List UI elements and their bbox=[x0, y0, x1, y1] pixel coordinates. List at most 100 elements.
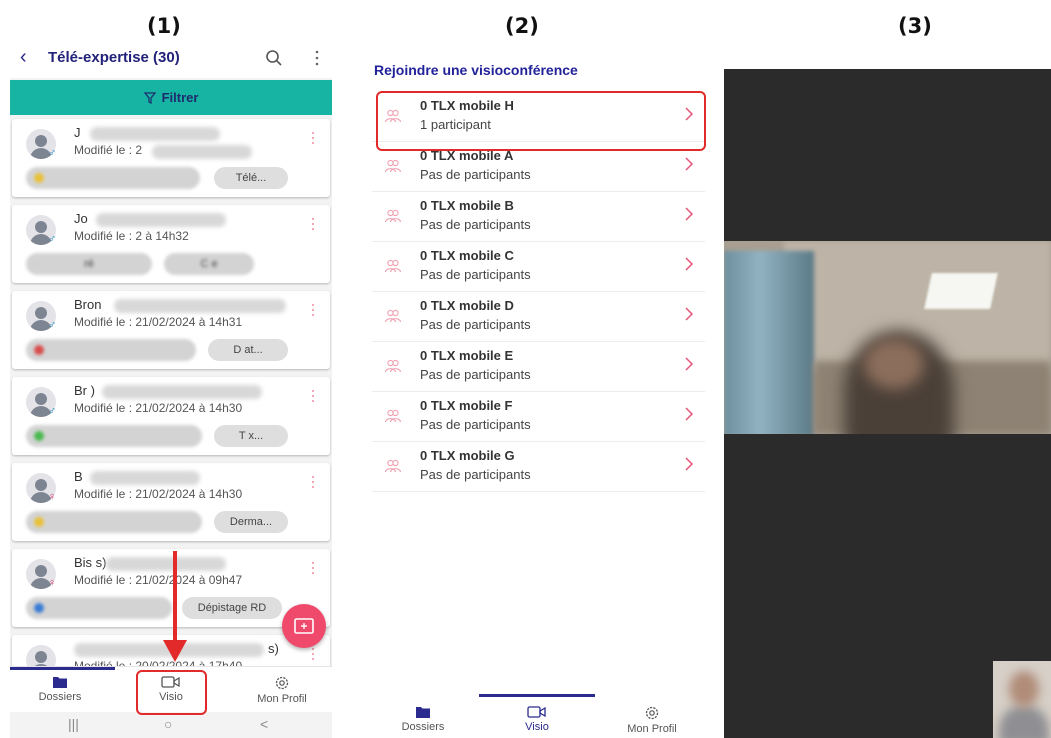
status-tag: Télé... bbox=[214, 167, 288, 189]
room-participants: Pas de participants bbox=[420, 217, 531, 232]
case-card[interactable]: ♂ Jo Modifié le : 2 à 14h32 ré C e bbox=[12, 205, 330, 283]
back-arrow-icon[interactable]: ‹ bbox=[20, 46, 27, 69]
bottom-navigation: Dossiers Visio Mon Profil bbox=[371, 687, 706, 738]
redaction-blur bbox=[114, 299, 286, 313]
nav-label: Dossiers bbox=[38, 691, 82, 703]
male-icon: ♂ bbox=[48, 405, 57, 417]
chevron-right-icon bbox=[685, 457, 694, 471]
group-icon bbox=[384, 159, 402, 173]
status-tag: C e bbox=[164, 253, 254, 275]
case-card[interactable]: ♂ Bron Modifié le : 21/02/2024 à 14h31 D… bbox=[12, 291, 330, 369]
panel-label-2: (2) bbox=[505, 14, 539, 38]
redaction-blur bbox=[96, 213, 226, 227]
annotation-highlight-room bbox=[376, 91, 706, 151]
room-participants: Pas de participants bbox=[420, 167, 531, 182]
room-item[interactable]: 0 TLX mobile D Pas de participants bbox=[372, 292, 705, 342]
home-key[interactable]: ○ bbox=[164, 716, 172, 732]
modified-date: Modifié le : 21/02/2024 à 09h47 bbox=[74, 573, 243, 587]
panel-label-1: (1) bbox=[147, 14, 181, 38]
new-case-button[interactable] bbox=[282, 604, 326, 648]
male-icon: ♂ bbox=[48, 147, 57, 159]
specialty-tag: ré bbox=[26, 253, 152, 275]
group-icon bbox=[384, 409, 402, 423]
room-participants: Pas de participants bbox=[420, 467, 531, 482]
room-participants: Pas de participants bbox=[420, 367, 531, 382]
status-tag: Dépistage RD bbox=[182, 597, 282, 619]
room-name: 0 TLX mobile F bbox=[420, 398, 513, 413]
video-call-screen bbox=[724, 69, 1051, 738]
status-tag: T x... bbox=[214, 425, 288, 447]
more-menu-icon[interactable] bbox=[310, 48, 324, 68]
card-menu-icon[interactable] bbox=[310, 475, 316, 489]
card-menu-icon[interactable] bbox=[310, 303, 316, 317]
room-item[interactable]: 0 TLX mobile B Pas de participants bbox=[372, 192, 705, 242]
folder-icon bbox=[53, 677, 67, 688]
card-menu-icon[interactable] bbox=[310, 131, 316, 145]
card-menu-icon[interactable] bbox=[310, 389, 316, 403]
redaction-blur bbox=[90, 127, 220, 141]
visio-screen: Rejoindre une visioconférence 0 TLX mobi… bbox=[371, 55, 706, 738]
room-item[interactable]: 0 TLX mobile F Pas de participants bbox=[372, 392, 705, 442]
chevron-right-icon bbox=[685, 357, 694, 371]
nav-label: Mon Profil bbox=[257, 693, 307, 705]
annotation-highlight-visio bbox=[136, 670, 207, 715]
nav-mon-profil[interactable]: Mon Profil bbox=[602, 705, 702, 735]
nav-dossiers[interactable]: Dossiers bbox=[10, 675, 110, 703]
room-participants: Pas de participants bbox=[420, 267, 531, 282]
search-icon[interactable] bbox=[264, 48, 284, 68]
patient-name: Bis s) bbox=[74, 555, 107, 570]
android-system-bar: ||| ○ < bbox=[10, 712, 332, 738]
nav-label: Mon Profil bbox=[627, 723, 677, 735]
panel-label-3: (3) bbox=[898, 14, 932, 38]
room-name: 0 TLX mobile E bbox=[420, 348, 514, 363]
group-icon bbox=[384, 259, 402, 273]
chevron-right-icon bbox=[685, 257, 694, 271]
room-name: 0 TLX mobile D bbox=[420, 298, 514, 313]
active-tab-indicator bbox=[10, 667, 115, 670]
nav-visio[interactable]: Visio bbox=[487, 705, 587, 733]
specialty-tag-blurred bbox=[26, 425, 202, 447]
case-card[interactable]: ♀ B Modifié le : 21/02/2024 à 14h30 Derm… bbox=[12, 463, 330, 541]
specialty-tag-blurred bbox=[26, 597, 172, 619]
add-folder-icon bbox=[294, 618, 314, 634]
group-icon bbox=[384, 209, 402, 223]
gear-icon bbox=[645, 706, 659, 720]
nav-mon-profil[interactable]: Mon Profil bbox=[232, 675, 332, 705]
group-icon bbox=[384, 459, 402, 473]
teleexpertise-screen: ‹ Télé-expertise (30) Filtrer ♂ J Modifi… bbox=[10, 40, 332, 738]
self-view-thumbnail[interactable] bbox=[993, 661, 1051, 738]
room-name: 0 TLX mobile B bbox=[420, 198, 514, 213]
status-tag: Derma... bbox=[214, 511, 288, 533]
back-key[interactable]: < bbox=[260, 716, 268, 732]
chevron-right-icon bbox=[685, 157, 694, 171]
card-menu-icon[interactable] bbox=[310, 561, 316, 575]
annotation-arrow-head bbox=[163, 640, 187, 662]
patient-name: Jo bbox=[74, 211, 88, 226]
case-card[interactable]: ♂ J Modifié le : 2 Télé... bbox=[12, 119, 330, 197]
page-title: Télé-expertise (30) bbox=[48, 49, 180, 66]
nav-label: Dossiers bbox=[401, 721, 445, 733]
group-icon bbox=[384, 359, 402, 373]
card-menu-icon[interactable] bbox=[310, 217, 316, 231]
modified-date: Modifié le : 2 à 14h32 bbox=[74, 229, 189, 243]
recent-apps-key[interactable]: ||| bbox=[68, 716, 79, 732]
card-menu-icon[interactable] bbox=[310, 647, 316, 661]
modified-date: Modifié le : 2 bbox=[74, 143, 143, 157]
filter-button[interactable]: Filtrer bbox=[10, 80, 332, 115]
female-icon: ♀ bbox=[48, 491, 57, 503]
redaction-blur bbox=[106, 557, 226, 571]
nav-dossiers[interactable]: Dossiers bbox=[373, 705, 473, 733]
patient-name: Br ) bbox=[74, 383, 95, 398]
male-icon: ♂ bbox=[48, 233, 57, 245]
room-item[interactable]: 0 TLX mobile C Pas de participants bbox=[372, 242, 705, 292]
specialty-tag-blurred bbox=[26, 339, 196, 361]
remote-video-feed bbox=[724, 241, 1051, 434]
video-camera-icon bbox=[527, 706, 546, 718]
annotation-arrow bbox=[173, 551, 177, 647]
case-card[interactable]: ♂ Br ) Modifié le : 21/02/2024 à 14h30 T… bbox=[12, 377, 330, 455]
room-item[interactable]: 0 TLX mobile G Pas de participants bbox=[372, 442, 705, 492]
chevron-right-icon bbox=[685, 407, 694, 421]
patient-name: B bbox=[74, 469, 83, 484]
room-item[interactable]: 0 TLX mobile E Pas de participants bbox=[372, 342, 705, 392]
male-icon: ♂ bbox=[48, 319, 57, 331]
